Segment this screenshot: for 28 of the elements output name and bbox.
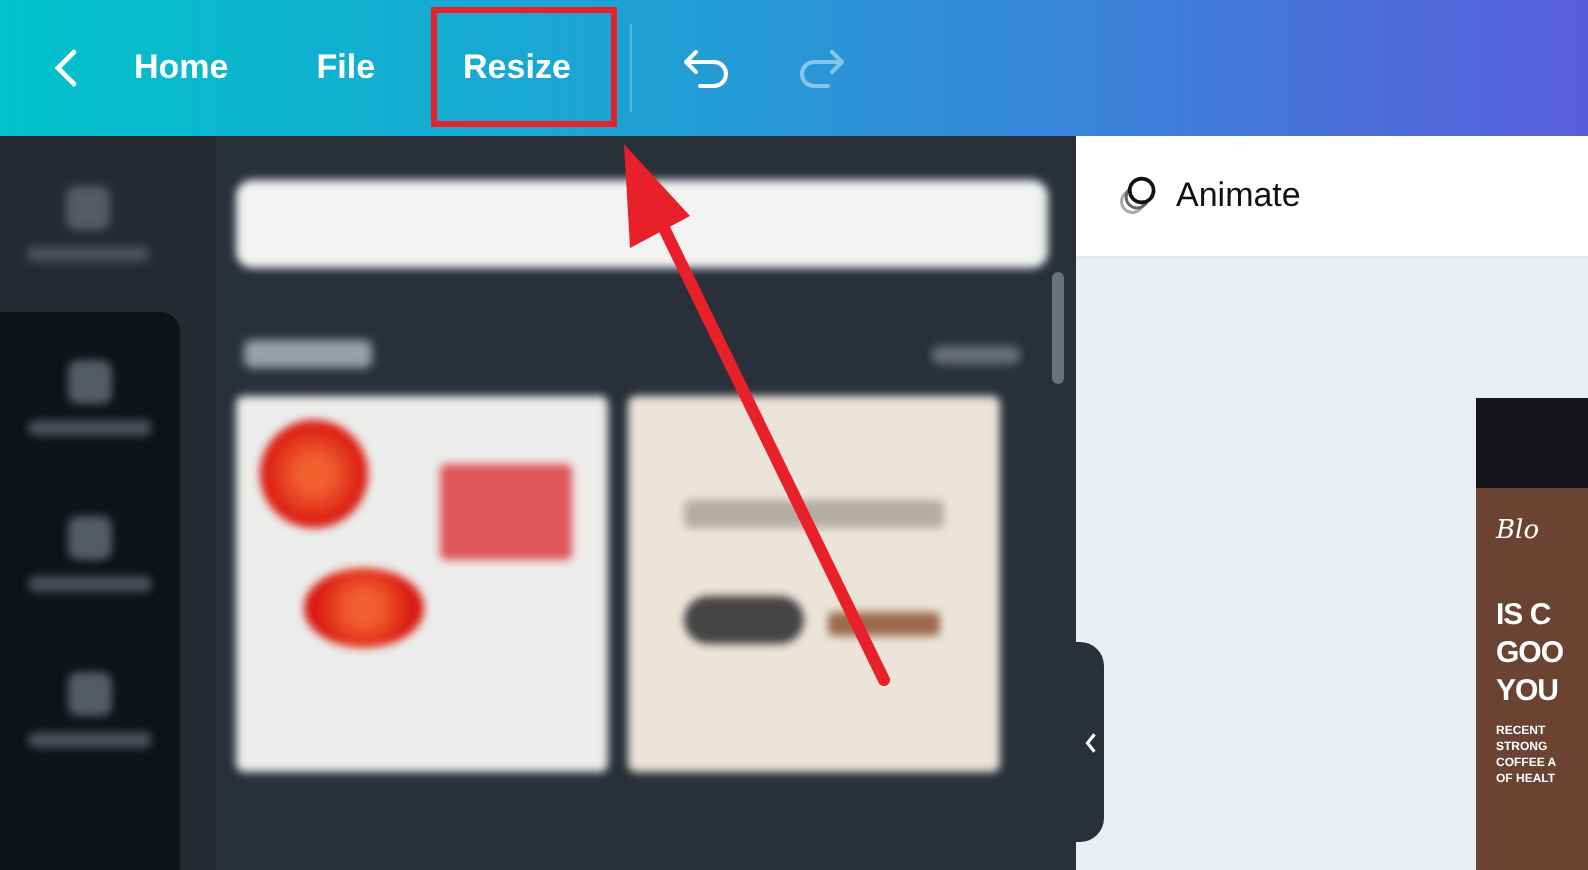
blurred-label xyxy=(28,576,152,592)
menu-button[interactable]: Home xyxy=(118,32,273,104)
blurred-label xyxy=(28,732,152,748)
blurred-search-field[interactable] xyxy=(236,180,1048,268)
blurred-template-thumbnail[interactable] xyxy=(236,396,608,772)
script-title: Blo xyxy=(1496,516,1542,546)
blurred-template-thumbnail[interactable] xyxy=(628,396,1000,772)
menu-button[interactable]: Resize xyxy=(419,32,615,104)
blurred-heading xyxy=(244,340,372,368)
back-chevron-icon[interactable] xyxy=(54,48,78,88)
collapse-handle[interactable] xyxy=(1076,642,1104,842)
photo-placeholder xyxy=(1476,398,1588,488)
chevron-icon xyxy=(1083,731,1097,753)
circles-icon xyxy=(1116,174,1160,218)
blurred-icon[interactable] xyxy=(68,360,112,404)
blurred-icon[interactable] xyxy=(68,672,112,716)
blurred-icon[interactable] xyxy=(68,516,112,560)
heading-line: IS C xyxy=(1496,598,1553,636)
menu-button[interactable]: File xyxy=(272,32,420,104)
blurred-label xyxy=(26,246,150,262)
blurred-label xyxy=(28,420,152,436)
undo-icon[interactable] xyxy=(680,46,733,90)
blurred-icon[interactable] xyxy=(66,186,110,230)
scrollbar[interactable] xyxy=(1052,272,1064,384)
blurred-link[interactable] xyxy=(932,345,1020,363)
heading-line: GOO xyxy=(1496,635,1566,673)
heading-line: YOU xyxy=(1496,673,1561,711)
animate-button[interactable]: Animate xyxy=(1104,166,1313,226)
